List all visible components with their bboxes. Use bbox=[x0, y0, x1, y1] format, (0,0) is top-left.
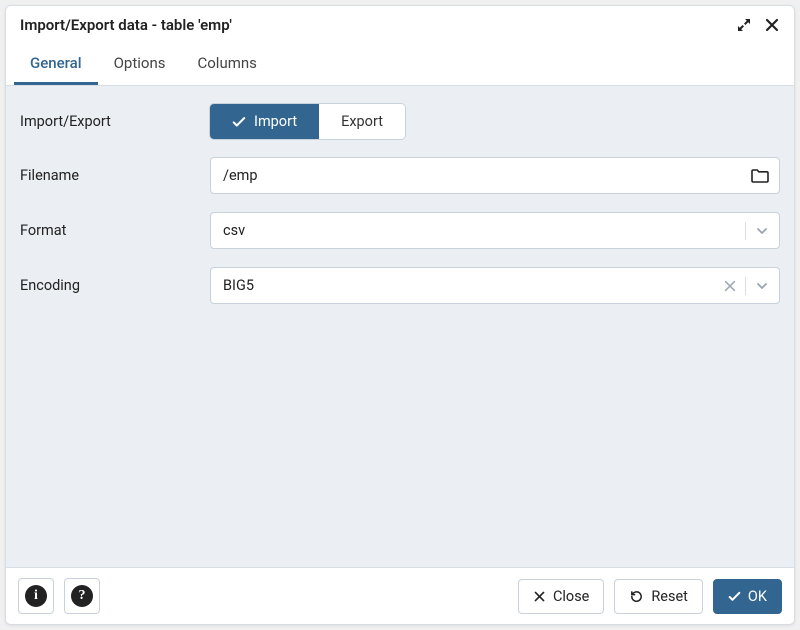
close-icon[interactable] bbox=[764, 17, 780, 33]
encoding-select[interactable] bbox=[210, 267, 780, 304]
footer: i ? Close Reset OK bbox=[6, 567, 794, 624]
footer-left: i ? bbox=[18, 578, 100, 614]
toggle-export[interactable]: Export bbox=[319, 104, 405, 139]
titlebar: Import/Export data - table 'emp' bbox=[6, 6, 794, 44]
row-encoding: Encoding bbox=[20, 267, 780, 304]
row-format: Format bbox=[20, 212, 780, 249]
import-export-toggle: Import Export bbox=[210, 104, 405, 139]
row-import-export: Import/Export Import Export bbox=[20, 104, 780, 139]
label-import-export: Import/Export bbox=[20, 113, 210, 130]
info-icon: i bbox=[25, 585, 47, 607]
separator bbox=[745, 277, 746, 295]
ok-label: OK bbox=[748, 588, 767, 605]
label-format: Format bbox=[20, 222, 210, 239]
chevron-down-icon[interactable] bbox=[754, 223, 770, 239]
clear-icon[interactable] bbox=[723, 279, 737, 293]
chevron-down-icon[interactable] bbox=[754, 278, 770, 294]
dialog-title: Import/Export data - table 'emp' bbox=[20, 16, 232, 34]
expand-icon[interactable] bbox=[736, 17, 752, 33]
ok-button[interactable]: OK bbox=[713, 579, 782, 614]
help-button[interactable]: ? bbox=[64, 578, 100, 614]
check-icon bbox=[232, 115, 246, 129]
close-label: Close bbox=[553, 588, 589, 605]
tab-options[interactable]: Options bbox=[98, 44, 182, 85]
x-icon bbox=[533, 590, 546, 603]
format-select[interactable] bbox=[210, 212, 780, 249]
reset-button[interactable]: Reset bbox=[614, 579, 703, 614]
reset-icon bbox=[629, 589, 644, 604]
window-controls bbox=[736, 17, 780, 33]
toggle-export-label: Export bbox=[341, 113, 383, 130]
tabs: General Options Columns bbox=[6, 44, 794, 86]
toggle-import-label: Import bbox=[254, 113, 297, 130]
close-button[interactable]: Close bbox=[518, 579, 604, 614]
tab-columns[interactable]: Columns bbox=[181, 44, 272, 85]
tab-general[interactable]: General bbox=[14, 44, 98, 85]
help-icon: ? bbox=[71, 585, 93, 607]
separator bbox=[745, 222, 746, 240]
toggle-import[interactable]: Import bbox=[210, 104, 319, 139]
reset-label: Reset bbox=[651, 588, 688, 605]
import-export-dialog: Import/Export data - table 'emp' General… bbox=[5, 5, 795, 625]
footer-right: Close Reset OK bbox=[518, 579, 782, 614]
label-encoding: Encoding bbox=[20, 277, 210, 294]
general-panel: Import/Export Import Export Filename bbox=[6, 86, 794, 567]
row-filename: Filename bbox=[20, 157, 780, 194]
filename-input[interactable] bbox=[210, 157, 780, 194]
check-icon bbox=[728, 590, 741, 603]
label-filename: Filename bbox=[20, 167, 210, 184]
folder-icon[interactable] bbox=[750, 167, 770, 185]
info-button[interactable]: i bbox=[18, 578, 54, 614]
